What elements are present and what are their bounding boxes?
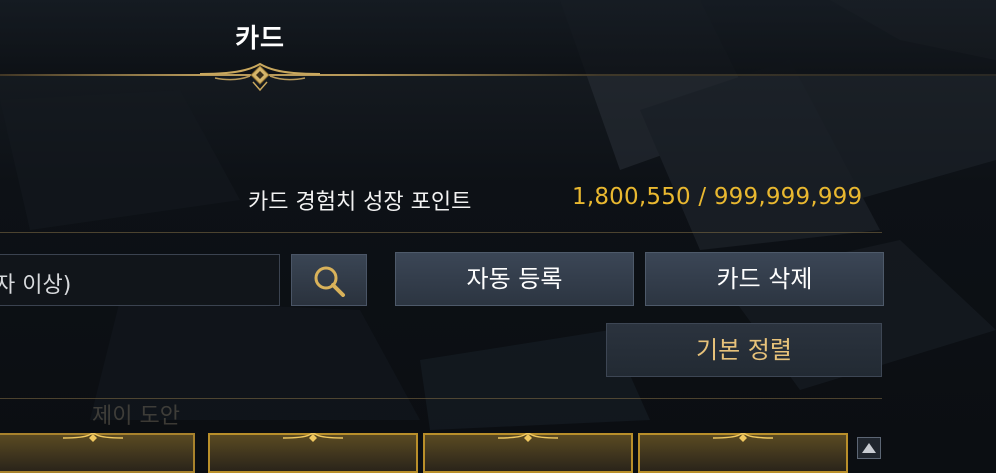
card-slot[interactable]	[0, 433, 195, 473]
page-title: 카드	[235, 24, 285, 54]
card-ornament-icon	[62, 433, 123, 442]
title-divider	[0, 74, 996, 76]
scroll-up-button[interactable]	[857, 437, 881, 459]
search-icon	[314, 266, 345, 297]
section-divider	[0, 232, 882, 233]
triangle-up-icon	[862, 443, 876, 453]
title-bar	[0, 0, 996, 76]
card-ornament-icon	[283, 433, 343, 442]
title-ornament-icon	[199, 62, 321, 92]
delete-card-button[interactable]: 카드 삭제	[645, 252, 884, 306]
card-slot[interactable]	[423, 433, 633, 473]
exp-value: 1,800,550 / 999,999,999	[572, 184, 863, 210]
card-slot[interactable]	[208, 433, 418, 473]
card-ornament-icon	[498, 433, 558, 442]
card-ornament-icon	[713, 433, 773, 442]
search-input[interactable]: 자 이상)	[0, 254, 280, 306]
search-input-text: 자 이상)	[0, 273, 72, 298]
search-button[interactable]	[291, 254, 367, 306]
exp-label: 카드 경험치 성장 포인트	[248, 190, 472, 215]
sort-default-button[interactable]: 기본 정렬	[606, 323, 882, 377]
auto-register-button[interactable]: 자동 등록	[395, 252, 634, 306]
faded-card-label: 제이 도안	[92, 404, 180, 429]
card-slot[interactable]	[638, 433, 848, 473]
